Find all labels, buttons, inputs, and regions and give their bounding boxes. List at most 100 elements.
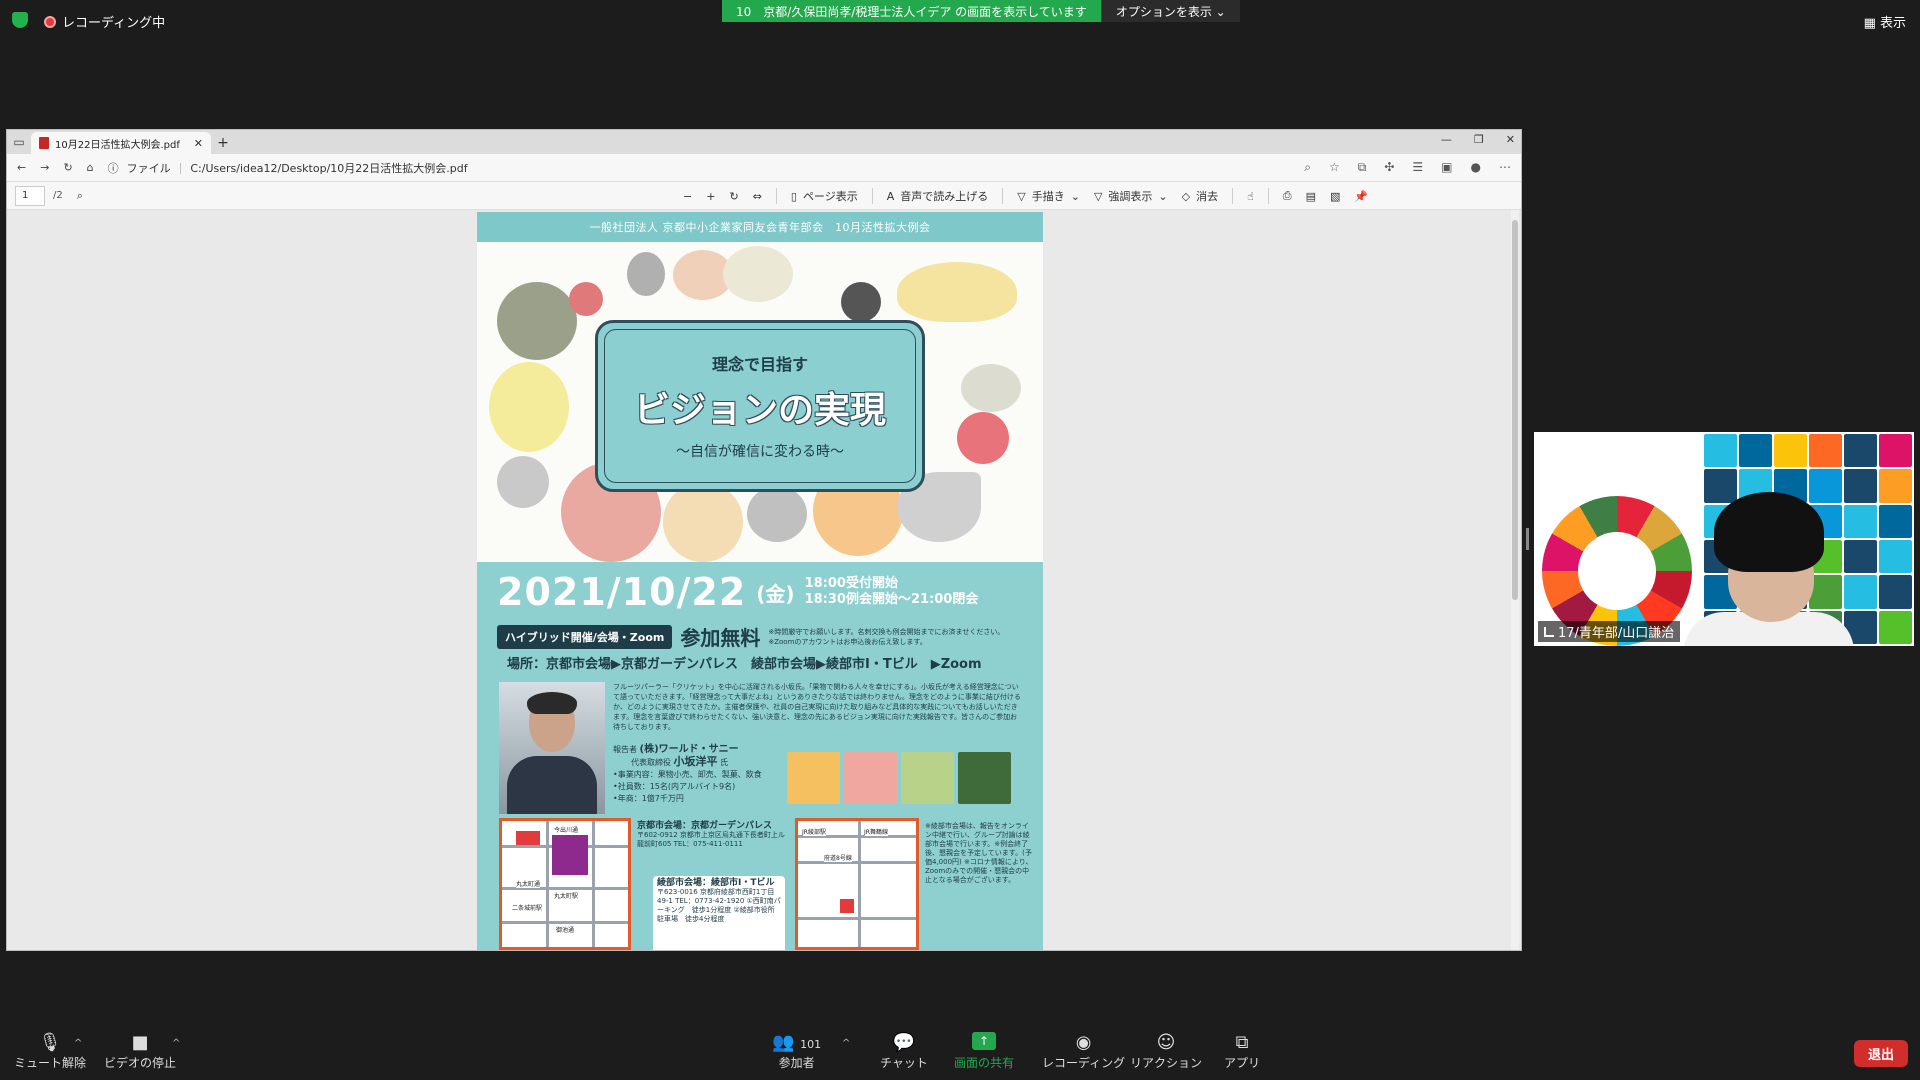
participants-caret-icon[interactable]: ^ (842, 1038, 850, 1049)
title-line-1: 理念で目指す (711, 355, 808, 374)
minimize-icon[interactable]: — (1441, 133, 1452, 146)
zoom-in-icon[interactable]: + (706, 190, 715, 203)
close-tab-icon[interactable]: ✕ (194, 137, 203, 150)
zoom-page-icon[interactable]: ⌕ (1304, 160, 1311, 175)
kyoto-venue-address: 京都市会場：京都ガーデンパレス 〒602-0912 京都市上京区烏丸通下長者町上… (637, 822, 787, 849)
apps-button[interactable]: ⧉ アプリ (1224, 1032, 1260, 1071)
sdg-goal-icon (1739, 434, 1772, 468)
speaker-name: 小坂洋平 (673, 755, 718, 768)
pdf-page: 一般社団法人 京都中小企業家同友会青年部会 10月活性拡大例会 理念で目指す ビ… (477, 212, 1043, 950)
favorites-bar-icon[interactable]: ☰ (1412, 160, 1423, 175)
time-1: 18:00受付開始 (804, 576, 898, 591)
page-number-input[interactable]: 1 (15, 185, 45, 206)
map-road (798, 917, 916, 920)
pdf-viewer[interactable]: 一般社団法人 京都中小企業家同友会青年部会 10月活性拡大例会 理念で目指す ビ… (7, 210, 1521, 950)
participant-video-tile[interactable]: 17/青年部/山口謙治 (1534, 432, 1914, 646)
record-icon: ◉ (1075, 1032, 1092, 1053)
map-road (592, 821, 595, 947)
touch-icon[interactable]: ☝ (1247, 190, 1254, 203)
smiley-icon: ☺ (1156, 1032, 1176, 1053)
audio-options-caret-icon[interactable]: ^ (74, 1038, 82, 1049)
apps-label: アプリ (1224, 1056, 1261, 1070)
page-view-button[interactable]: ▯ ページ表示 (791, 188, 858, 204)
zoom-out-icon[interactable]: − (683, 190, 692, 203)
close-window-icon[interactable]: ✕ (1506, 133, 1515, 146)
weekday-text: (金) (756, 581, 795, 606)
sdg-goal-icon (1879, 539, 1912, 574)
participant-name-tag: 17/青年部/山口謙治 (1538, 621, 1681, 642)
map-label: JR舞鶴線 (864, 827, 888, 836)
rotate-icon[interactable]: ↻ (729, 190, 738, 203)
share-screen-button[interactable]: ↑ 画面の共有 (954, 1032, 1014, 1071)
chevron-down-icon[interactable]: ⌄ (1158, 190, 1167, 203)
hybrid-info: ハイブリッド開催/会場・Zoom 参加無料 ※時間厳守でお願いします。名刺交換も… (497, 622, 1018, 651)
tab-title: 10月22日活性拡大例会.pdf (55, 139, 180, 151)
speaker-suit (507, 756, 597, 814)
sdg-goal-icon (1879, 469, 1912, 503)
reactions-button[interactable]: ☺ リアクション (1130, 1032, 1202, 1071)
split-view-handle[interactable] (1526, 528, 1529, 550)
participants-button[interactable]: 👥 101 参加者 (772, 1032, 821, 1071)
more-menu-icon[interactable]: ⋯ (1499, 160, 1511, 175)
restore-icon[interactable]: ❐ (1474, 133, 1484, 146)
view-mode-button[interactable]: ▦ 表示 (1864, 12, 1906, 31)
chat-button[interactable]: 💬 チャット (880, 1032, 928, 1071)
profile-avatar[interactable]: ● (1471, 160, 1481, 175)
sdg-goal-icon (1774, 434, 1807, 468)
erase-button[interactable]: ◇ 消去 (1182, 188, 1218, 204)
forward-icon[interactable]: → (40, 161, 49, 174)
view-options-button[interactable]: オプションを表示 ⌄ (1100, 0, 1240, 22)
draw-icon: ▽ (1017, 189, 1026, 203)
leave-meeting-button[interactable]: 退出 (1853, 1040, 1908, 1067)
print-icon[interactable]: ⎙ (1283, 189, 1292, 203)
venue-line: 場所：京都市会場▶京都ガーデンパレス 綾部市会場▶綾部市I・Tビル ▶Zoom (507, 657, 982, 672)
save-icon[interactable]: ▤ (1306, 190, 1316, 203)
highlight-icon: ▽ (1093, 189, 1103, 203)
url-field[interactable]: ⓘ ファイル | C:/Users/idea12/Desktop/10月22日活… (108, 160, 468, 176)
record-button[interactable]: ◉ レコーディング (1042, 1032, 1125, 1071)
refresh-icon[interactable]: ↻ (63, 161, 72, 174)
home-icon[interactable]: ⌂ (87, 161, 94, 174)
extensions-icon[interactable]: ⧉ (1358, 160, 1367, 175)
back-icon[interactable]: ← (17, 161, 26, 174)
highlight-button[interactable]: ▽ 強調表示 ⌄ (1094, 188, 1168, 204)
scrollbar-thumb[interactable] (1512, 220, 1518, 600)
speaker-role: 代表取締役 (631, 758, 671, 767)
fit-page-icon[interactable]: ⇔ (753, 190, 762, 203)
draw-button[interactable]: ▽ 手描き ⌄ (1017, 188, 1080, 204)
event-date: 2021/10/22 (金) 18:00受付開始 18:30例会開始〜21:00… (497, 570, 978, 614)
reactions-label: リアクション (1130, 1056, 1203, 1070)
pin-icon[interactable]: 📌 (1354, 190, 1368, 203)
tab-pdf[interactable]: 10月22日活性拡大例会.pdf ✕ (31, 132, 211, 154)
microphone-muted-icon: 🎙 (38, 1032, 62, 1053)
cherry-image (841, 282, 881, 322)
stop-video-button[interactable]: ■ ビデオの停止 (104, 1032, 176, 1071)
page-view-label: ページ表示 (802, 190, 858, 203)
page-total: /2 (53, 190, 63, 201)
recording-indicator[interactable]: レコーディング中 (44, 12, 165, 31)
screen-share-banner: 10 京都/久保田尚孝/税理士法人イデア の画面を表示しています オプションを表… (722, 0, 1240, 22)
gosho-area (552, 835, 588, 875)
video-options-caret-icon[interactable]: ^ (172, 1038, 180, 1049)
virtual-background-slide (1534, 432, 1704, 646)
chat-bubble-icon: 💬 (892, 1032, 916, 1053)
sdg-goal-icon (1844, 504, 1877, 538)
favorite-icon[interactable]: ☆ (1329, 160, 1340, 175)
vertical-scrollbar[interactable] (1511, 210, 1519, 950)
puzzle-icon[interactable]: ✣ (1384, 160, 1394, 175)
search-icon[interactable]: ⌕ (77, 189, 83, 203)
security-shield-icon[interactable] (12, 12, 28, 28)
map-label: 御池通 (556, 925, 575, 934)
read-aloud-button[interactable]: A 音声で読み上げる (887, 188, 989, 204)
chevron-down-icon[interactable]: ⌄ (1071, 190, 1080, 203)
side-note: ※綾部市会場は、報告をオンライン中継で行い、グループ討論は綾部市会場で行います。… (925, 822, 1033, 884)
ayabe-venue-map: JR綾部駅 JR舞鶴線 府道8号線 (795, 818, 919, 950)
venue1-address: 〒602-0912 京都市上京区烏丸通下長者町上ル龍前町605 TEL：075-… (637, 831, 785, 848)
new-tab-button[interactable]: + (211, 132, 235, 154)
collections-icon[interactable]: ▣ (1441, 160, 1452, 175)
tab-actions-icon[interactable]: ▭ (7, 130, 31, 154)
record-dot-icon (44, 15, 56, 28)
save-as-icon[interactable]: ▧ (1330, 190, 1340, 203)
watermelon-image (497, 282, 577, 360)
title-line-3: 〜自信が確信に変わる時〜 (676, 444, 844, 460)
